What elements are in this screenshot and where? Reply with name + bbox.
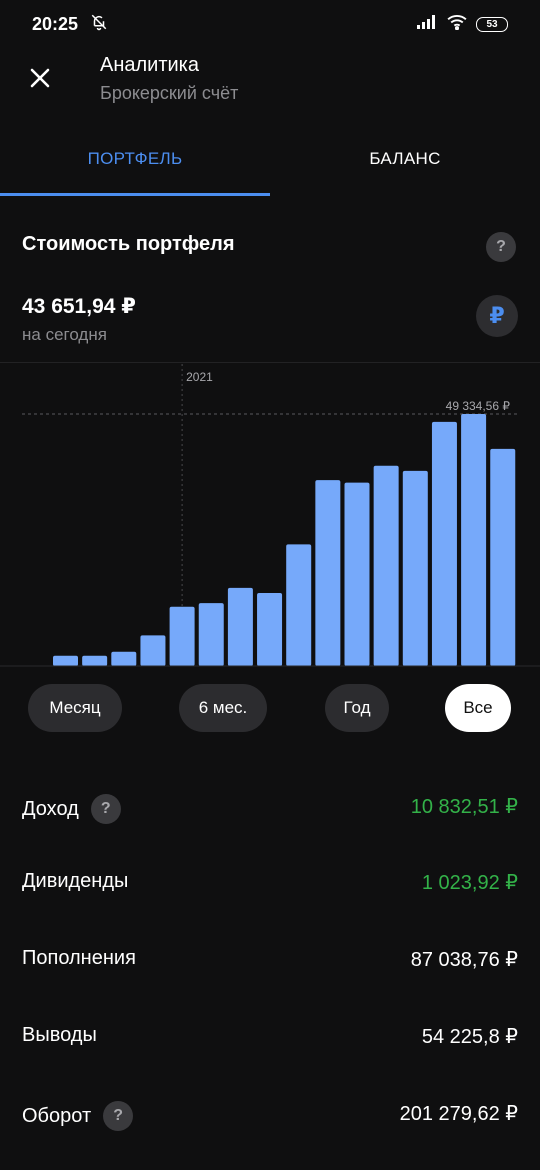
currency-toggle-button[interactable]: ₽ bbox=[476, 295, 518, 337]
status-time: 20:25 bbox=[32, 13, 79, 34]
chart-bars bbox=[53, 414, 516, 666]
status-bar: 20:25 53 bbox=[0, 0, 540, 48]
period-6-months-button[interactable]: 6 мес. bbox=[179, 684, 267, 732]
stat-row-deposits: Пополнения 87 038,76 ₽ bbox=[0, 939, 540, 979]
period-all-button[interactable]: Все bbox=[445, 684, 511, 732]
portfolio-caption: на сегодня bbox=[22, 325, 107, 344]
question-icon: ? bbox=[100, 800, 111, 817]
page-subtitle: Брокерский счёт bbox=[100, 83, 239, 103]
page-title: Аналитика bbox=[100, 54, 199, 76]
tab-bar: ПОРТФЕЛЬ БАЛАНС bbox=[0, 122, 540, 196]
stat-label: Пополнения bbox=[22, 947, 136, 969]
wifi-icon bbox=[446, 14, 468, 35]
turnover-help-button[interactable]: ? bbox=[103, 1101, 134, 1131]
question-icon: ? bbox=[496, 238, 506, 255]
stat-row-dividends: Дивиденды 1 023,92 ₽ bbox=[0, 862, 540, 902]
chart-bar[interactable] bbox=[286, 544, 312, 666]
analytics-screen: 20:25 53 Аналитика Брокерский счёт ПОРТФ… bbox=[0, 0, 540, 1170]
period-month-button[interactable]: Месяц bbox=[28, 684, 122, 732]
bell-off-icon bbox=[90, 13, 108, 36]
close-icon bbox=[30, 68, 50, 88]
divider bbox=[0, 362, 540, 363]
chart-bar[interactable] bbox=[402, 470, 428, 666]
stat-value: 1 023,92 ₽ bbox=[421, 872, 518, 894]
chart-bar[interactable] bbox=[111, 651, 137, 666]
stat-label: Дивиденды bbox=[22, 870, 129, 892]
chart-bar[interactable] bbox=[140, 635, 166, 666]
chart-bar[interactable] bbox=[373, 465, 399, 666]
period-year-button[interactable]: Год bbox=[325, 684, 389, 732]
ruble-icon: ₽ bbox=[489, 303, 505, 328]
chart-bar[interactable] bbox=[227, 587, 253, 666]
stat-label: Доход bbox=[22, 797, 79, 820]
stat-label: Оборот bbox=[22, 1104, 92, 1127]
chart-bar[interactable] bbox=[344, 482, 370, 666]
period-selector: Месяц 6 мес. Год Все bbox=[0, 684, 540, 734]
portfolio-title: Стоимость портфеля bbox=[22, 233, 235, 255]
chart-bar[interactable] bbox=[431, 421, 457, 666]
stat-value: 87 038,76 ₽ bbox=[410, 949, 518, 971]
max-value-label: 49 334,56 ₽ bbox=[446, 399, 511, 413]
stat-value: 54 225,8 ₽ bbox=[421, 1026, 518, 1048]
income-help-button[interactable]: ? bbox=[90, 794, 121, 824]
chart-bar[interactable] bbox=[461, 414, 487, 666]
chart-bar[interactable] bbox=[257, 592, 283, 666]
portfolio-value: 43 651,94 ₽ bbox=[22, 295, 136, 318]
help-button[interactable]: ? bbox=[486, 232, 516, 262]
close-button[interactable] bbox=[22, 60, 58, 96]
portfolio-chart[interactable]: 49 334,56 ₽ 2021 bbox=[0, 364, 540, 668]
chart-bar[interactable] bbox=[315, 480, 341, 666]
year-marker-label: 2021 bbox=[186, 370, 213, 384]
question-icon: ? bbox=[113, 1107, 123, 1124]
battery-icon: 53 bbox=[476, 16, 508, 32]
stat-value: 201 279,62 ₽ bbox=[399, 1103, 518, 1125]
chart-bar[interactable] bbox=[198, 603, 224, 666]
stat-row-turnover: Оборот ? 201 279,62 ₽ bbox=[0, 1093, 540, 1133]
stat-row-income: Доход ? 10 832,51 ₽ bbox=[0, 786, 540, 826]
stat-value: 10 832,51 ₽ bbox=[410, 796, 518, 818]
stat-row-withdrawals: Выводы 54 225,8 ₽ bbox=[0, 1016, 540, 1056]
signal-icon bbox=[416, 14, 438, 35]
stat-label: Выводы bbox=[22, 1024, 97, 1046]
chart-bar[interactable] bbox=[490, 448, 516, 666]
header: Аналитика Брокерский счёт bbox=[0, 50, 540, 110]
tab-balance[interactable]: БАЛАНС bbox=[270, 122, 540, 196]
tab-portfolio[interactable]: ПОРТФЕЛЬ bbox=[0, 122, 270, 196]
chart-bar[interactable] bbox=[53, 655, 78, 666]
chart-bar[interactable] bbox=[82, 655, 108, 666]
chart-bar[interactable] bbox=[169, 606, 195, 666]
